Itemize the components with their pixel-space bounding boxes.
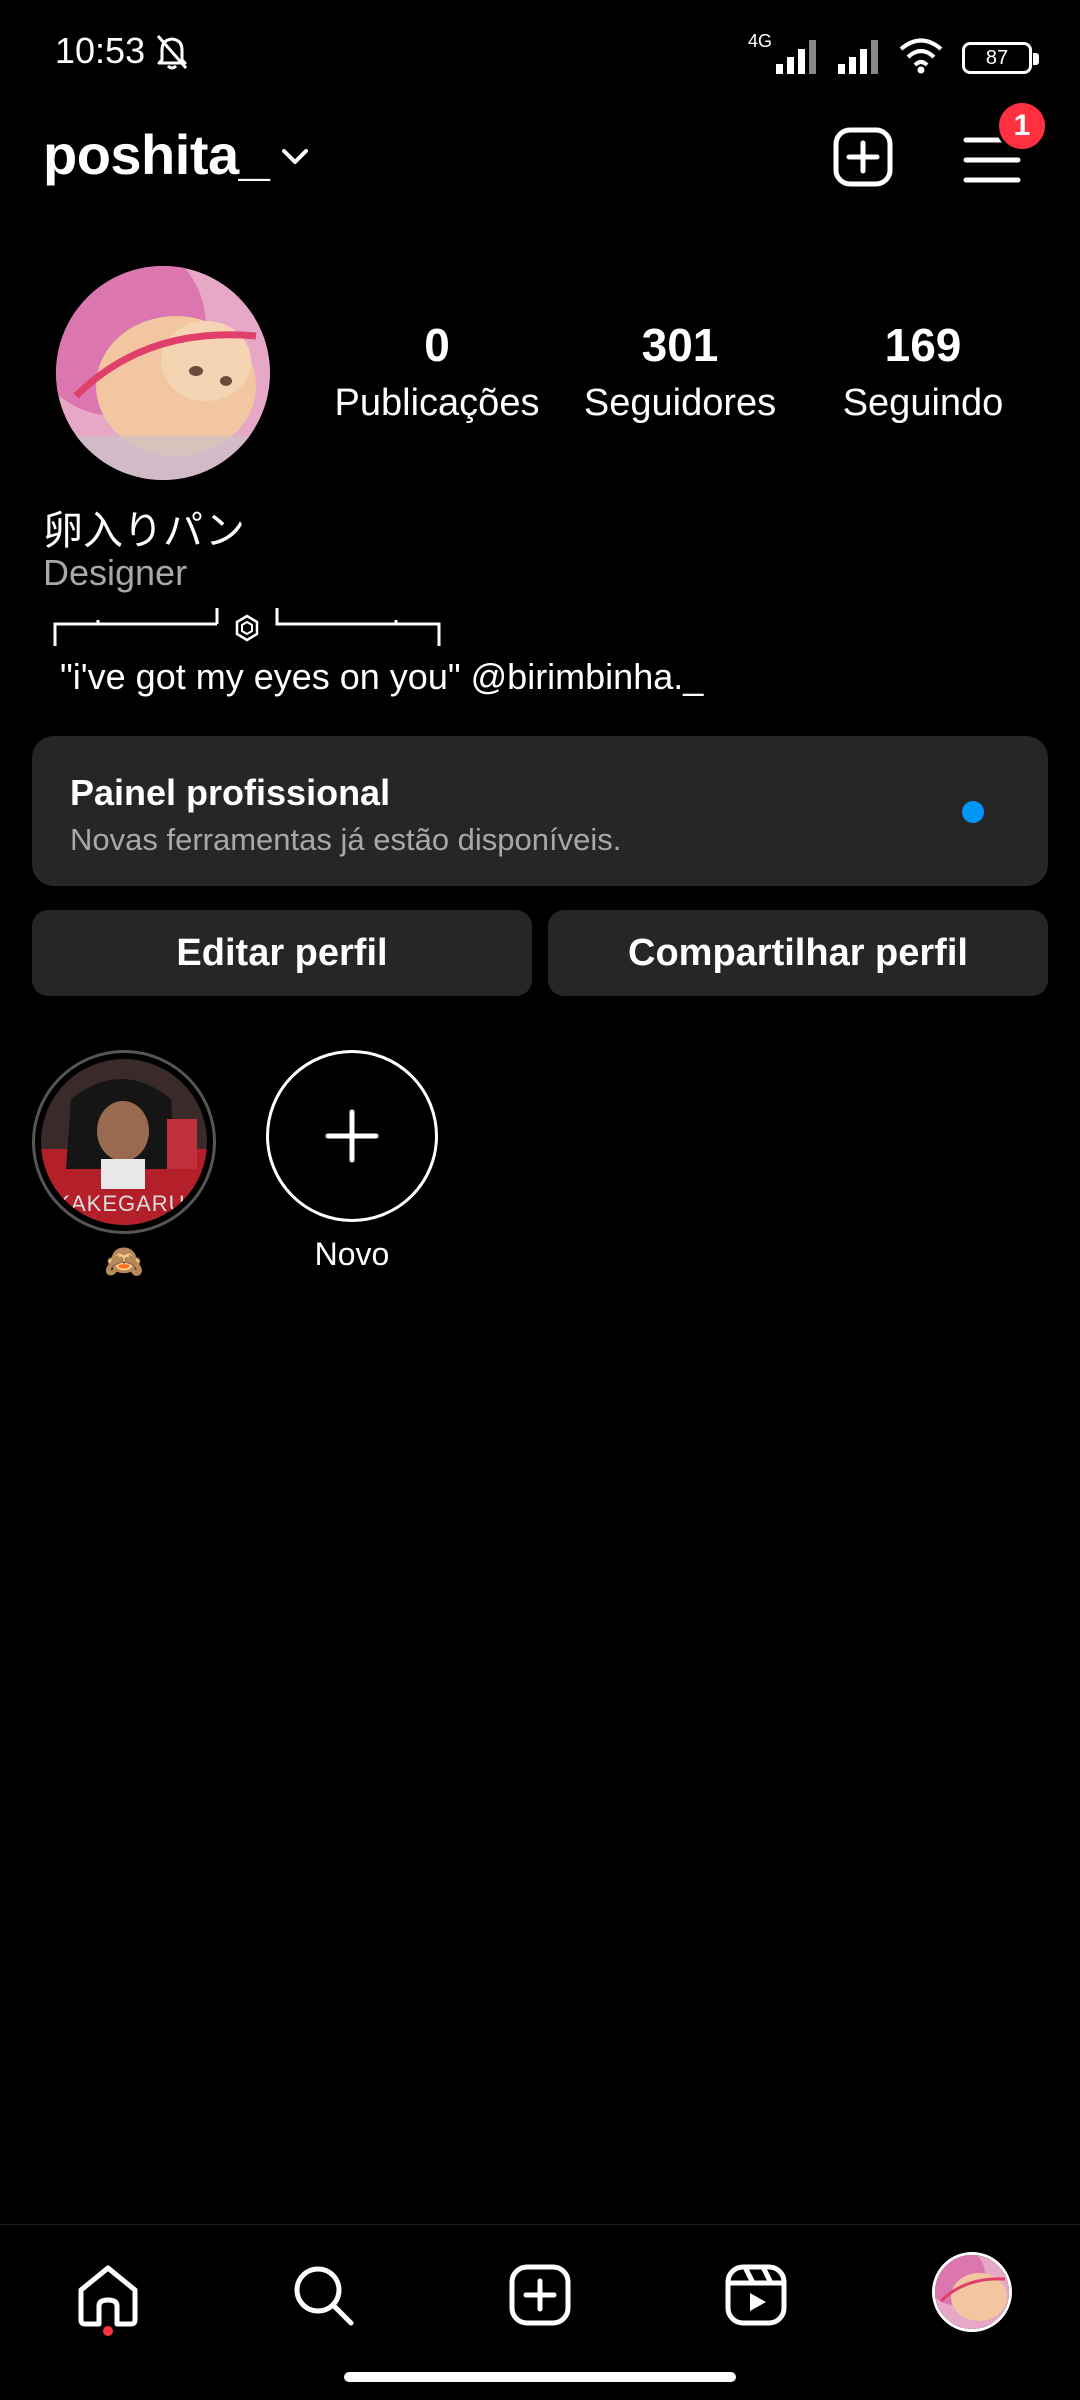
stat-followers[interactable]: 301 Seguidores <box>570 318 790 425</box>
chevron-down-icon[interactable] <box>278 140 312 174</box>
pro-panel-subtitle: Novas ferramentas já estão disponíveis. <box>70 822 622 857</box>
posts-count: 0 <box>424 319 450 371</box>
cellular-signal-icon <box>776 40 816 74</box>
stat-posts[interactable]: 0 Publicações <box>327 318 547 425</box>
nav-search[interactable] <box>283 2255 363 2335</box>
new-indicator-dot <box>962 801 984 823</box>
profile-category: Designer <box>43 552 188 593</box>
highlight-label: 🙈 <box>104 1243 144 1279</box>
status-time: 10:53 <box>55 30 146 71</box>
new-highlight-button[interactable]: Novo <box>260 1050 444 1273</box>
create-icon <box>509 2264 571 2326</box>
new-post-icon[interactable] <box>832 126 894 188</box>
nav-profile-avatar[interactable] <box>932 2252 1012 2332</box>
status-bar: 10:53 4G 87 <box>0 0 1080 104</box>
battery-icon: 87 <box>962 42 1039 74</box>
profile-avatar[interactable] <box>56 266 270 480</box>
stat-following[interactable]: 169 Seguindo <box>813 318 1033 425</box>
display-name: 卵入りパン <box>43 509 245 553</box>
reels-icon <box>725 2264 787 2326</box>
home-activity-dot <box>103 2326 113 2336</box>
following-count: 169 <box>884 319 962 371</box>
nav-create[interactable] <box>500 2255 580 2335</box>
new-highlight-ring <box>266 1050 438 1222</box>
followers-label: Seguidores <box>583 382 777 424</box>
pro-panel-title: Painel profissional <box>70 772 391 813</box>
following-label: Seguindo <box>842 382 1004 424</box>
profile-header: poshita_ <box>0 110 1080 202</box>
profile-bio: "i've got my eyes on you" @birimbinha._ <box>60 656 704 697</box>
story-highlight[interactable]: KAKEGARUI 🙈 <box>32 1050 216 1280</box>
nav-reels[interactable] <box>716 2255 796 2335</box>
username-switcher[interactable]: poshita_ <box>43 122 270 187</box>
home-icon <box>78 2265 138 2327</box>
battery-level: 87 <box>985 46 1009 69</box>
posts-label: Publicações <box>334 382 540 424</box>
cellular-signal-2-icon <box>838 40 878 74</box>
edit-profile-button[interactable]: Editar perfil <box>32 910 532 996</box>
nav-home[interactable] <box>68 2255 148 2335</box>
professional-dashboard-card[interactable]: Painel profissional Novas ferramentas já… <box>32 736 1048 886</box>
notification-badge: 1 <box>996 100 1048 152</box>
home-indicator[interactable] <box>344 2372 736 2382</box>
highlight-cover: KAKEGARUI <box>41 1059 207 1225</box>
plus-icon <box>325 1109 379 1163</box>
avatar-image <box>56 266 270 480</box>
profile-screen: 10:53 4G 87 poshita_ 1 0 Publicações 301… <box>0 0 1080 2400</box>
nav-avatar-image <box>935 2255 1009 2329</box>
share-profile-button[interactable]: Compartilhar perfil <box>548 910 1048 996</box>
bio-decoration <box>53 608 441 646</box>
network-type: 4G <box>747 31 772 51</box>
bell-off-icon <box>156 35 188 70</box>
highlight-ring: KAKEGARUI <box>32 1050 216 1234</box>
status-icons: 4G 87 <box>747 30 1039 74</box>
wifi-icon <box>899 38 943 74</box>
search-icon <box>294 2266 354 2326</box>
highlight-cover-text: KAKEGARUI <box>55 1191 193 1216</box>
new-highlight-label: Novo <box>314 1236 390 1272</box>
followers-count: 301 <box>641 319 719 371</box>
